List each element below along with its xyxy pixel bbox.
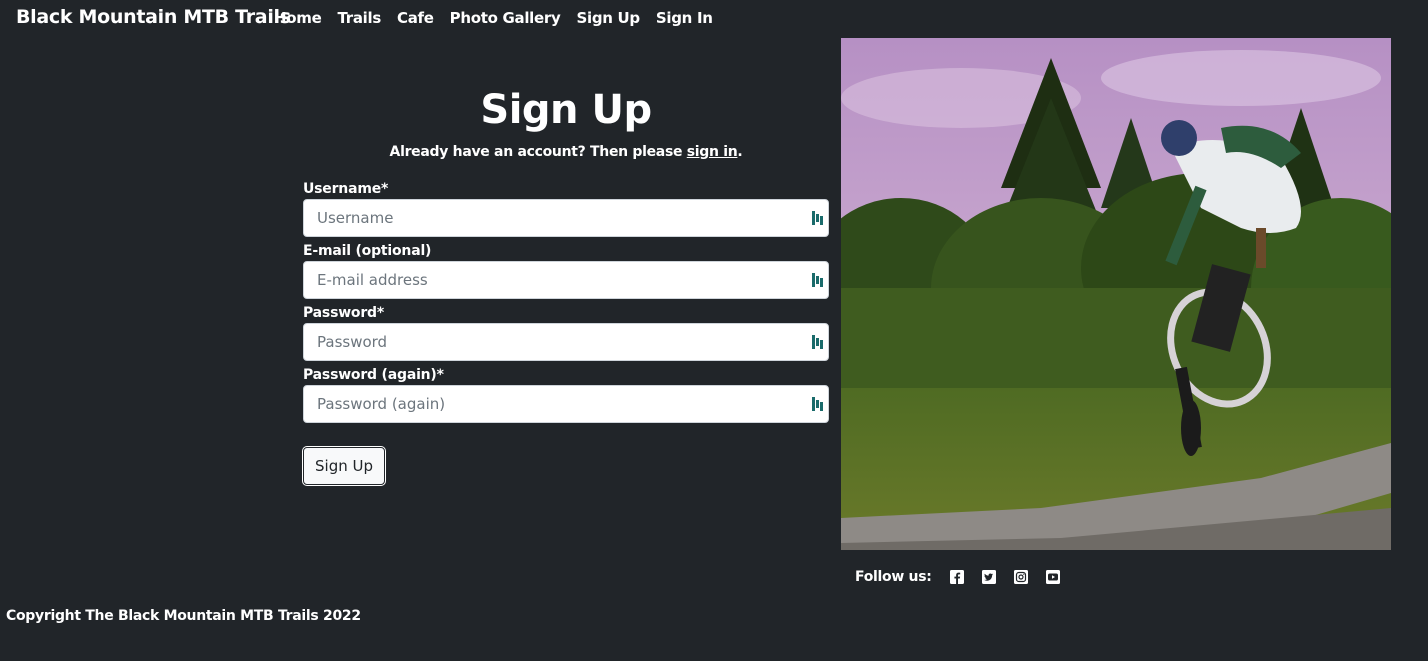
navbar: Black Mountain MTB Trails Home Trails Ca… — [0, 0, 1428, 38]
nav-links: Home Trails Cafe Photo Gallery Sign Up S… — [274, 9, 729, 27]
signup-form: Username* E-mail (optional) — [302, 179, 829, 486]
password-again-input[interactable] — [303, 385, 829, 423]
nav-link-sign-in[interactable]: Sign In — [656, 9, 713, 27]
signin-prompt: Already have an account? Then please sig… — [303, 144, 829, 160]
password-again-wrap — [303, 385, 829, 423]
password-wrap — [303, 323, 829, 361]
password-again-label: Password (again)* — [303, 367, 444, 383]
password-manager-icon[interactable] — [812, 334, 824, 350]
hero-image-mountain-biker — [841, 38, 1391, 550]
email-input[interactable] — [303, 261, 829, 299]
social-links: Follow us: — [855, 569, 1078, 585]
password-manager-icon[interactable] — [812, 272, 824, 288]
password-again-group: Password (again)* — [303, 365, 829, 423]
password-manager-icon[interactable] — [812, 396, 824, 412]
signin-prompt-suffix: . — [737, 144, 743, 160]
nav-link-photo-gallery[interactable]: Photo Gallery — [450, 9, 561, 27]
username-input[interactable] — [303, 199, 829, 237]
password-group: Password* — [303, 303, 829, 361]
page-title: Sign Up — [480, 87, 652, 133]
nav-link-sign-up[interactable]: Sign Up — [576, 9, 640, 27]
username-group: Username* — [303, 179, 829, 237]
nav-link-home[interactable]: Home — [274, 9, 322, 27]
nav-link-cafe[interactable]: Cafe — [397, 9, 434, 27]
signup-form-section: Sign Up Already have an account? Then pl… — [302, 86, 829, 486]
email-label: E-mail (optional) — [303, 243, 432, 259]
signin-prompt-text: Already have an account? Then please — [389, 144, 687, 160]
email-wrap — [303, 261, 829, 299]
youtube-icon[interactable] — [1045, 570, 1060, 584]
follow-us-label: Follow us: — [855, 569, 932, 585]
username-wrap — [303, 199, 829, 237]
email-group: E-mail (optional) — [303, 241, 829, 299]
twitter-icon[interactable] — [981, 570, 996, 584]
password-label: Password* — [303, 305, 384, 321]
nav-link-trails[interactable]: Trails — [337, 9, 381, 27]
username-label: Username* — [303, 181, 389, 197]
facebook-icon[interactable] — [949, 570, 964, 584]
instagram-icon[interactable] — [1013, 570, 1028, 584]
password-input[interactable] — [303, 323, 829, 361]
hero-photo-illustration — [841, 38, 1391, 550]
signin-link[interactable]: sign in — [687, 144, 738, 160]
password-manager-icon[interactable] — [812, 210, 824, 226]
brand-logo-text[interactable]: Black Mountain MTB Trails — [16, 6, 291, 28]
signup-submit-button[interactable]: Sign Up — [302, 446, 386, 486]
footer-copyright: Copyright The Black Mountain MTB Trails … — [6, 608, 361, 624]
